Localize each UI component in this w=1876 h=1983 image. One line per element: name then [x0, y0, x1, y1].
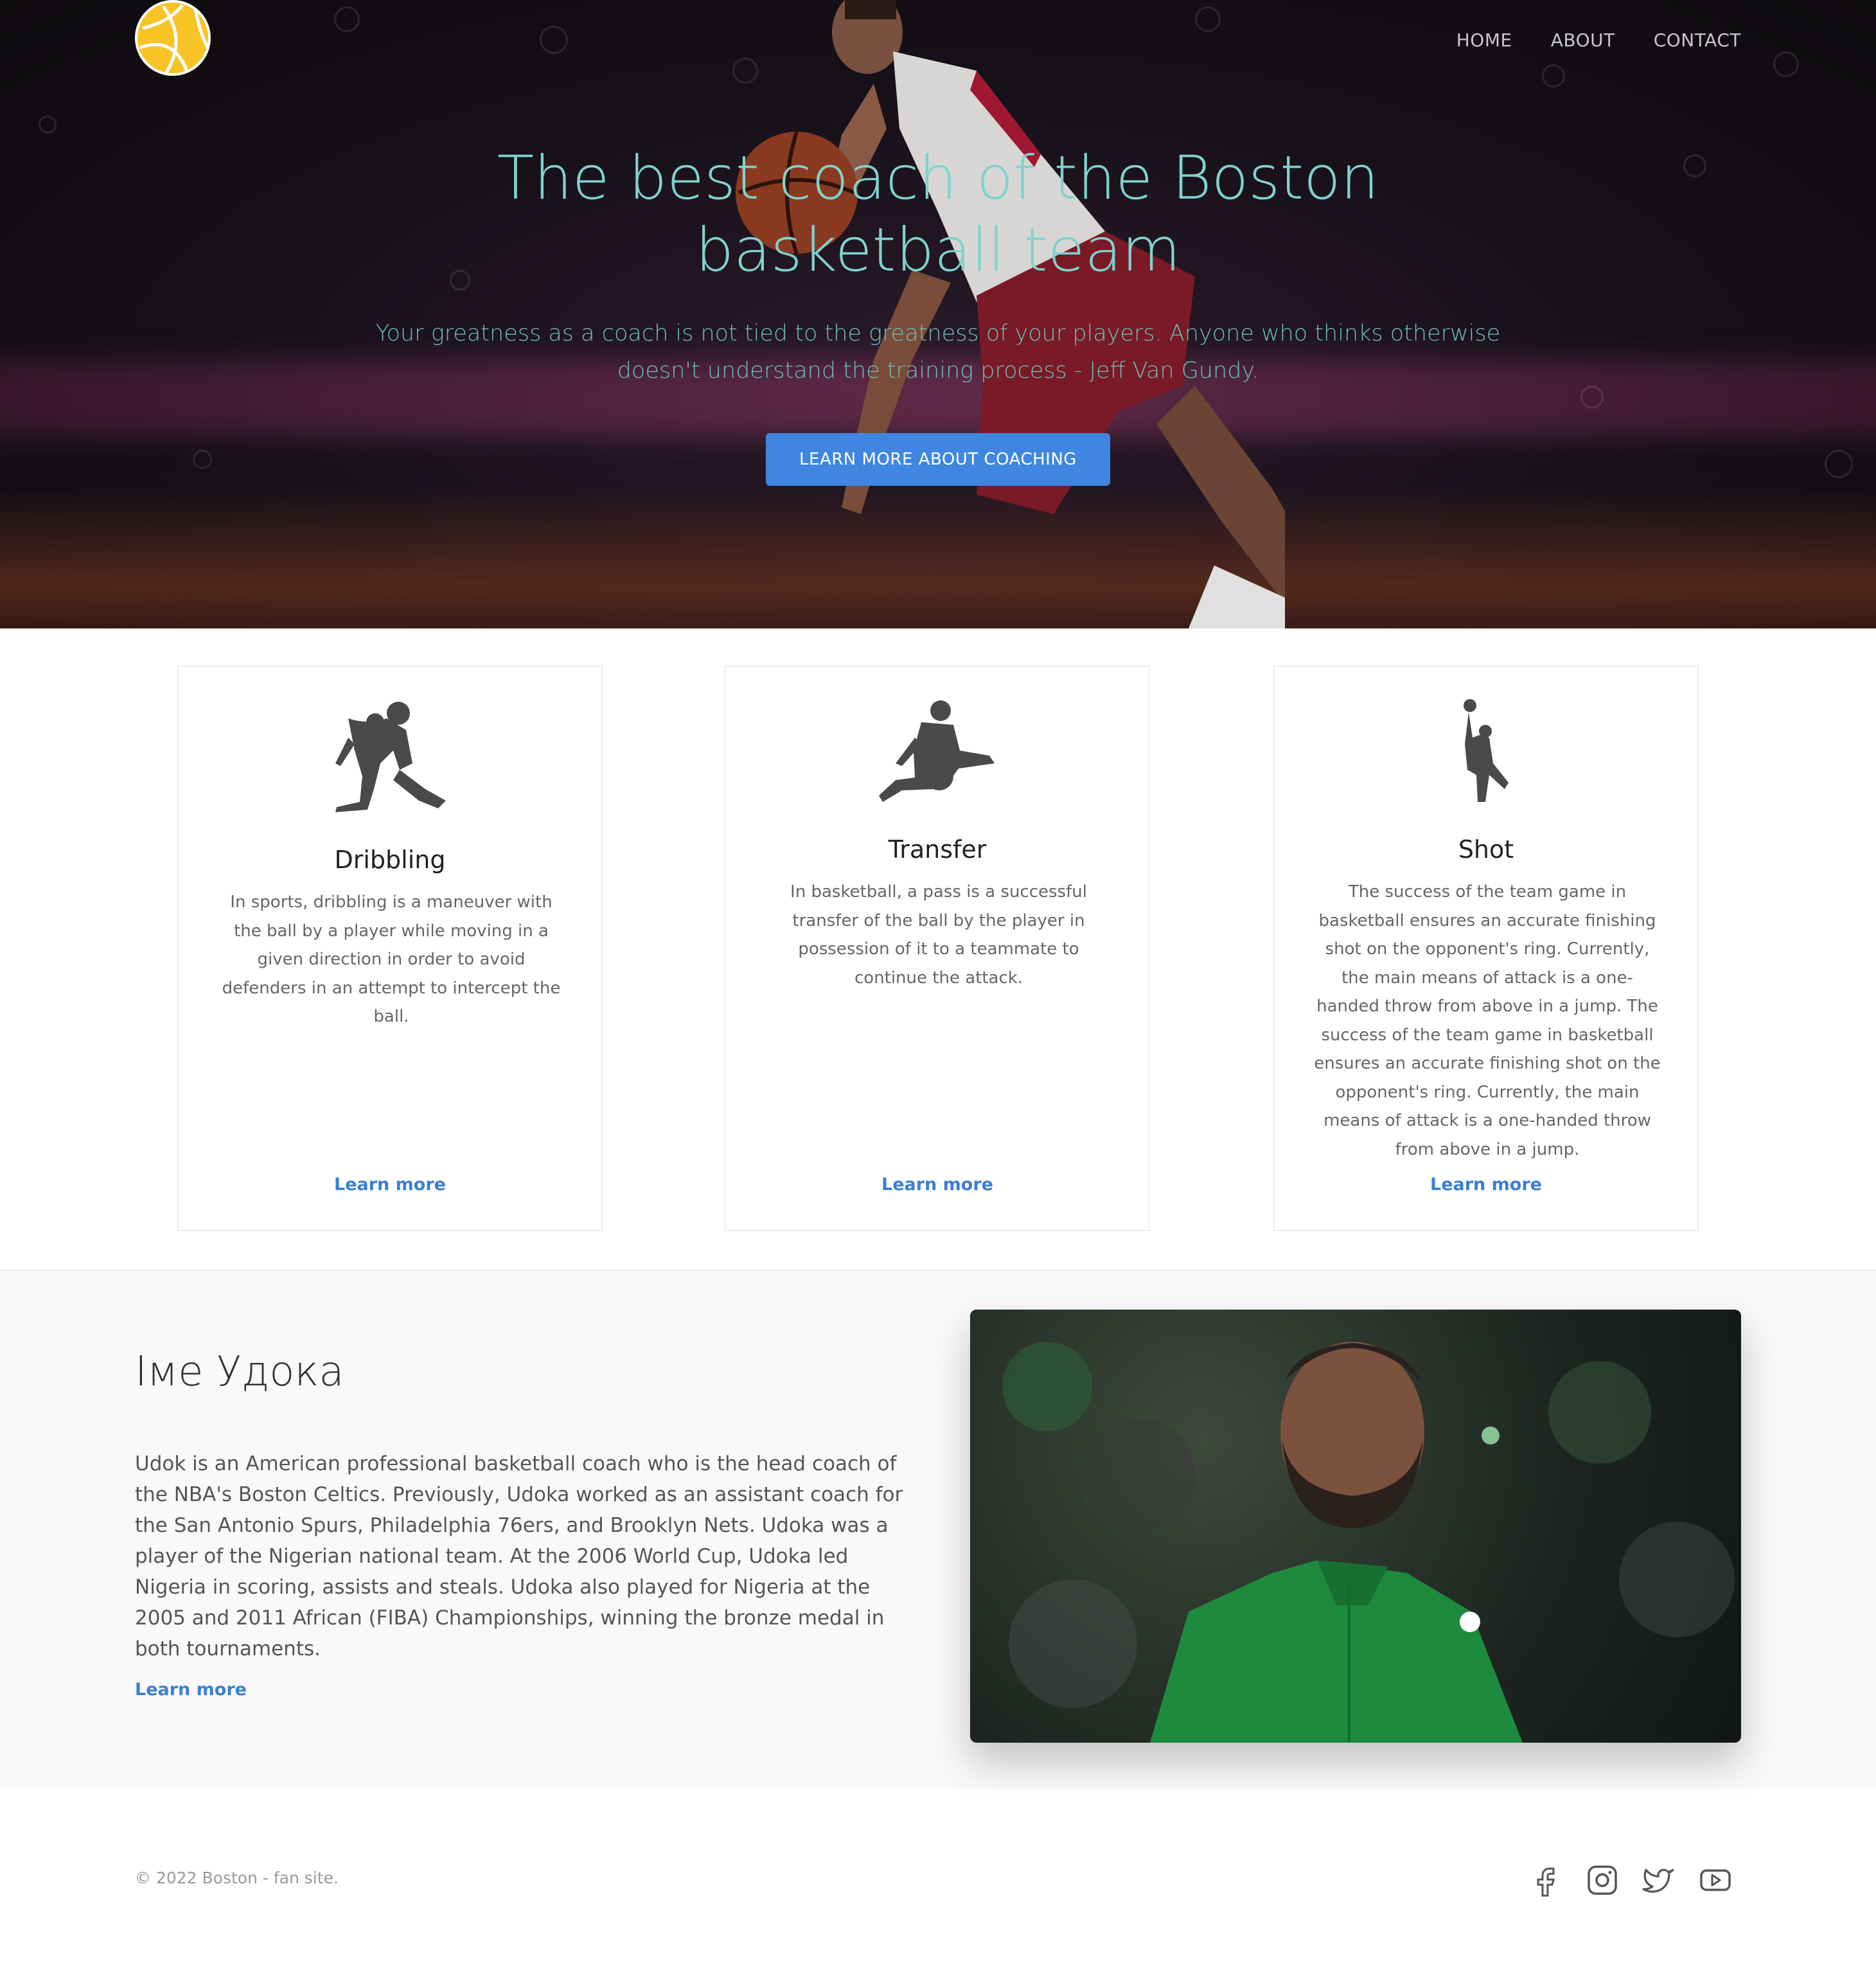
learn-more-link[interactable]: Learn more	[726, 1175, 1149, 1195]
feature-title: Dribbling	[334, 846, 446, 874]
feature-card-shot: Shot The success of the team game in bas…	[1273, 666, 1699, 1231]
hero-section: HOME ABOUT CONTACT The best coach of the…	[0, 0, 1876, 628]
learn-more-link[interactable]: Learn more	[179, 1175, 601, 1195]
youtube-icon[interactable]	[1699, 1863, 1732, 1897]
learn-more-coaching-button[interactable]: LEARN MORE ABOUT COACHING	[766, 433, 1110, 486]
feature-text: In sports, dribbling is a maneuver with …	[222, 893, 561, 1026]
copyright: © 2022 Boston - fan site.	[135, 1869, 339, 1887]
about-title: Іме Удока	[135, 1348, 344, 1396]
feature-text: The success of the team game in basketba…	[1314, 882, 1661, 1159]
bokeh-dot	[1825, 450, 1853, 478]
learn-more-link[interactable]: Learn more	[1275, 1175, 1697, 1195]
main-nav: HOME ABOUT CONTACT	[1456, 30, 1741, 51]
bokeh-dot	[1542, 64, 1565, 87]
bokeh-dot	[193, 450, 212, 469]
feature-title: Transfer	[888, 835, 987, 864]
hero-title: The best coach of the Boston basketball …	[497, 143, 1379, 285]
coach-photo	[970, 1310, 1741, 1743]
basketball-icon	[139, 4, 208, 73]
bokeh-dot	[1580, 386, 1604, 409]
bokeh-dot	[334, 6, 360, 32]
feature-card-transfer: Transfer In basketball, a pass is a succ…	[725, 666, 1150, 1231]
bokeh-dot	[540, 26, 568, 54]
hero-quote: Your greatness as a coach is not tied to…	[375, 321, 1501, 384]
about-section: Іме Удока Udok is an American profession…	[0, 1271, 1876, 1789]
bokeh-dot	[1683, 154, 1706, 177]
about-text: Udok is an American professional basketb…	[135, 1452, 903, 1660]
nav-about[interactable]: ABOUT	[1551, 30, 1615, 51]
bokeh-dot	[1773, 51, 1799, 77]
about-learn-more-link[interactable]: Learn more	[135, 1680, 247, 1700]
feature-text: In basketball, a pass is a successful tr…	[790, 882, 1087, 988]
twitter-icon[interactable]	[1642, 1863, 1676, 1897]
nav-contact[interactable]: CONTACT	[1654, 30, 1741, 51]
feature-title: Shot	[1458, 835, 1514, 864]
instagram-icon[interactable]	[1586, 1863, 1619, 1897]
feature-card-dribbling: Dribbling In sports, dribbling is a mane…	[177, 666, 603, 1231]
nav-home[interactable]: HOME	[1456, 30, 1512, 51]
passing-player-icon	[726, 699, 1149, 808]
facebook-icon[interactable]	[1529, 1863, 1562, 1897]
social-links	[1529, 1863, 1732, 1897]
basketball-player-silhouette	[736, 0, 1285, 628]
dribbling-player-icon	[179, 699, 601, 815]
shooting-player-icon	[1275, 699, 1697, 808]
basketball-logo[interactable]	[135, 0, 211, 76]
bokeh-dot	[39, 116, 57, 134]
